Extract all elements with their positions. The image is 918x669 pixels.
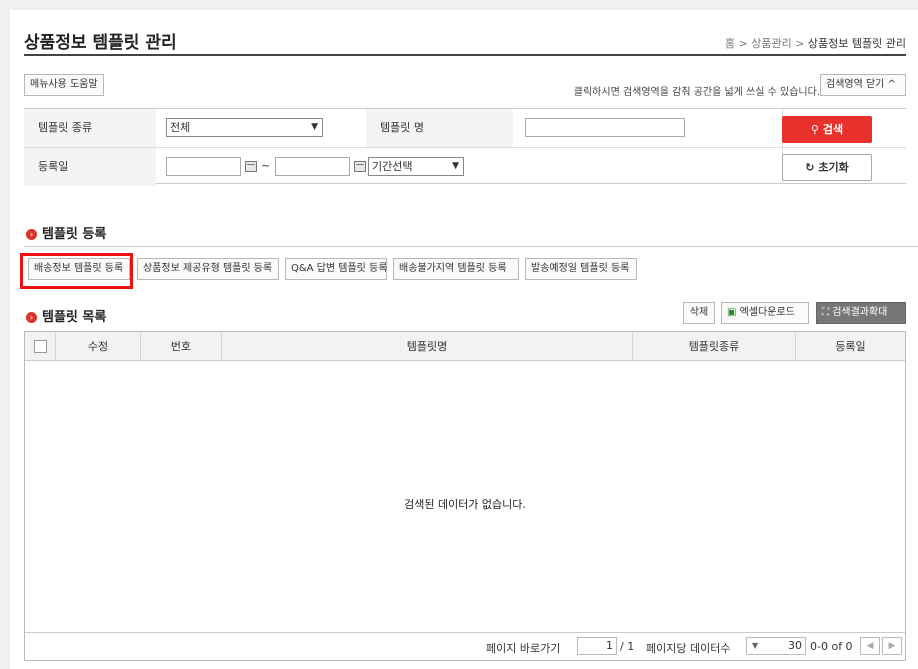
column-template-name[interactable]: 템플릿명 — [222, 332, 633, 361]
prev-page-button[interactable]: ◀ — [860, 637, 880, 655]
select-all-cell — [25, 332, 56, 361]
per-page-value: 30 — [788, 639, 802, 652]
page-title: 상품정보 템플릿 관리 — [24, 33, 177, 53]
column-edit[interactable]: 수정 — [56, 332, 141, 361]
collapse-search-button[interactable]: 검색영역 닫기 ^ — [820, 74, 906, 96]
menu-help-button[interactable]: 메뉴사용 도움말 — [24, 74, 104, 96]
template-name-label: 템플릿 명 — [366, 109, 513, 147]
grid-header: 수정 번호 템플릿명 템플릿종류 등록일 — [25, 332, 905, 361]
breadcrumb-home[interactable]: 홈 — [725, 37, 735, 50]
search-panel: 템플릿 종류 전체 ▼ 템플릿 명 등록일 ~ 기간선택 ▼ — [24, 108, 906, 186]
register-product-info-template-button[interactable]: 상품정보 제공유형 템플릿 등록 — [137, 258, 279, 280]
select-all-checkbox[interactable] — [34, 340, 47, 353]
breadcrumb-separator: > — [738, 37, 748, 50]
date-range-separator: ~ — [261, 159, 271, 172]
arrow-bullet-icon: › — [26, 229, 37, 240]
search-row-type: 템플릿 종류 전체 ▼ 템플릿 명 — [24, 109, 906, 147]
search-icon: ⚲ — [810, 123, 819, 136]
column-template-type[interactable]: 템플릿종류 — [633, 332, 796, 361]
list-section-label: 템플릿 목록 — [42, 310, 107, 325]
chevron-right-icon: ▶ — [888, 641, 896, 651]
page: 상품정보 템플릿 관리 홈 > 상품관리 > 상품정보 템플릿 관리 메뉴사용 … — [10, 10, 918, 669]
breadcrumb-separator: > — [795, 37, 805, 50]
per-page-select[interactable]: ▼ 30 — [746, 637, 806, 655]
expand-icon: ⛶ — [822, 307, 829, 318]
expand-results-button[interactable]: ⛶ 검색결과확대 — [816, 302, 906, 324]
reg-date-label: 등록일 — [24, 148, 156, 186]
pagination-bar: 페이지 바로가기 1 / 1 페이지당 데이터수 ▼ 30 0-0 of 0 ◀… — [25, 632, 905, 660]
template-type-label: 템플릿 종류 — [24, 109, 156, 147]
chevron-down-icon: ▼ — [752, 641, 759, 650]
page-input[interactable]: 1 — [577, 637, 617, 655]
breadcrumb-parent[interactable]: 상품관리 — [751, 37, 791, 50]
refresh-icon: ↻ — [805, 161, 815, 174]
chevron-down-icon: ▼ — [452, 161, 459, 171]
period-select[interactable]: 기간선택 ▼ — [368, 157, 464, 176]
page-header: 상품정보 템플릿 관리 홈 > 상품관리 > 상품정보 템플릿 관리 — [24, 10, 906, 56]
template-type-select[interactable]: 전체 ▼ — [166, 118, 323, 137]
chevron-left-icon: ◀ — [866, 641, 874, 651]
register-undeliverable-area-template-button[interactable]: 배송불가지역 템플릿 등록 — [393, 258, 519, 280]
divider — [24, 246, 918, 247]
excel-download-button[interactable]: ▣ 엑셀다운로드 — [721, 302, 809, 324]
excel-download-label: 엑셀다운로드 — [739, 307, 795, 318]
empty-message: 검색된 데이터가 없습니다. — [404, 498, 526, 511]
search-button-label: 검색 — [822, 123, 844, 136]
calendar-icon[interactable] — [245, 161, 257, 172]
excel-icon: ▣ — [727, 307, 737, 318]
start-date-input[interactable] — [166, 157, 241, 176]
register-qa-template-button[interactable]: Q&A 답변 템플릿 등록 — [285, 258, 387, 280]
search-area-hint: 클릭하시면 검색영역을 감춰 공간을 넓게 쓰실 수 있습니다. — [573, 87, 820, 98]
breadcrumb-current: 상품정보 템플릿 관리 — [807, 37, 906, 50]
arrow-bullet-icon: › — [26, 312, 37, 323]
reset-button[interactable]: ↻ 초기화 — [782, 154, 872, 181]
calendar-icon[interactable] — [354, 161, 366, 172]
per-page-label: 페이지당 데이터수 — [646, 642, 731, 655]
template-name-input[interactable] — [525, 118, 685, 137]
search-row-date: 등록일 ~ 기간선택 ▼ — [24, 147, 906, 186]
column-reg-date[interactable]: 등록일 — [796, 332, 905, 361]
reset-button-label: 초기화 — [818, 161, 849, 174]
template-type-value: 전체 — [170, 121, 191, 134]
search-button[interactable]: ⚲ 검색 — [782, 116, 872, 143]
delete-button[interactable]: 삭제 — [683, 302, 715, 324]
column-number[interactable]: 번호 — [141, 332, 222, 361]
list-section-title: › 템플릿 목록 — [26, 306, 106, 325]
record-range: 0-0 of 0 — [810, 640, 853, 653]
period-value: 기간선택 — [372, 160, 413, 173]
expand-results-label: 검색결과확대 — [832, 307, 888, 318]
next-page-button[interactable]: ▶ — [882, 637, 902, 655]
end-date-input[interactable] — [275, 157, 350, 176]
page-total: / 1 — [620, 640, 635, 653]
breadcrumb: 홈 > 상품관리 > 상품정보 템플릿 관리 — [725, 35, 906, 51]
register-section-title: › 템플릿 등록 — [26, 223, 106, 242]
chevron-down-icon: ▼ — [311, 122, 318, 132]
register-section-label: 템플릿 등록 — [42, 227, 107, 242]
highlight-box — [20, 253, 133, 289]
template-list-grid: 수정 번호 템플릿명 템플릿종류 등록일 검색된 데이터가 없습니다. 페이지 … — [24, 331, 906, 661]
goto-page-label: 페이지 바로가기 — [486, 642, 561, 655]
register-shipping-date-template-button[interactable]: 발송예정일 템플릿 등록 — [525, 258, 637, 280]
